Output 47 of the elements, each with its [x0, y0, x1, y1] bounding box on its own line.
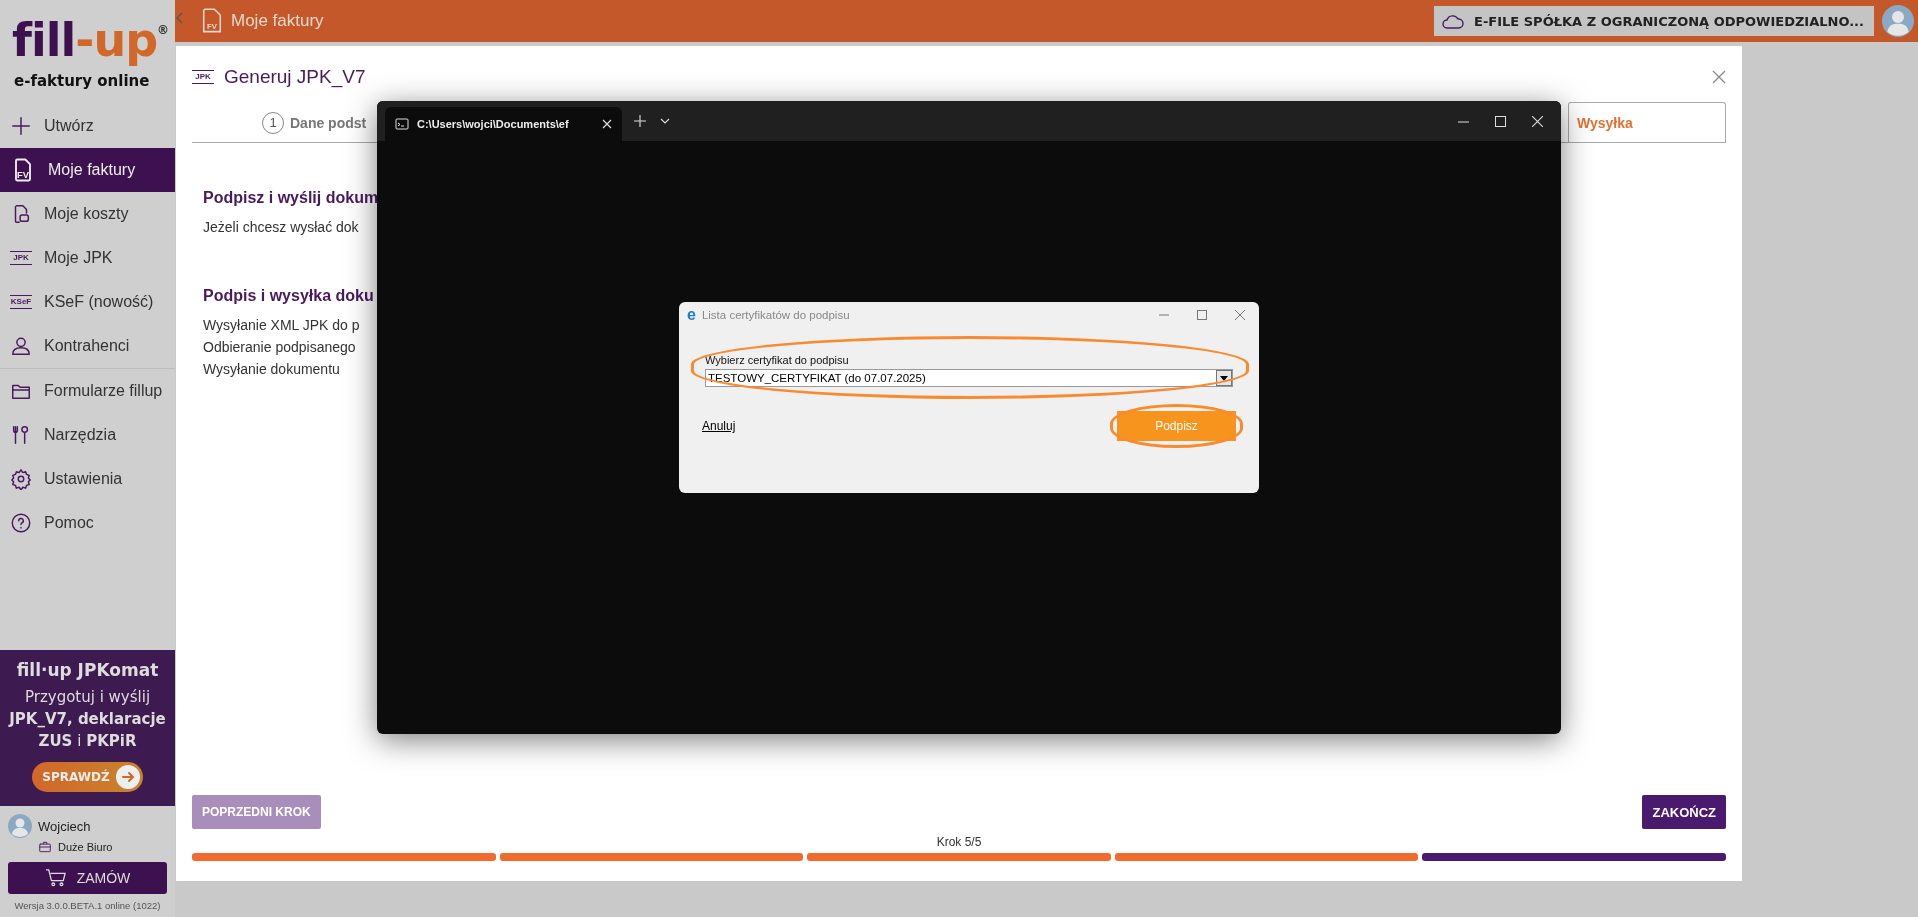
- finish-button[interactable]: ZAKOŃCZ: [1642, 795, 1726, 829]
- sidebar-item[interactable]: Utwórz: [0, 104, 175, 148]
- page-title: Moje faktury: [231, 11, 324, 31]
- sidebar-item[interactable]: Narzędzia: [0, 413, 175, 457]
- cancel-link[interactable]: Anuluj: [702, 419, 736, 433]
- plus-icon: [10, 115, 32, 137]
- cloud-icon: [1442, 13, 1465, 29]
- help-icon: [10, 512, 32, 534]
- new-tab-icon[interactable]: [634, 115, 646, 127]
- field-label: Wybierz certyfikat do podpisu: [705, 354, 850, 366]
- briefcase-icon: [38, 840, 52, 854]
- version-text: Wersja 3.0.0.BETA.1 online (1022): [13, 899, 162, 913]
- arrow-right-icon: [115, 765, 140, 789]
- sidebar-item[interactable]: JPK Moje JPK: [0, 236, 175, 280]
- section-text: Jeżeli chcesz wysłać dok: [203, 219, 360, 235]
- tagline: e-faktury online: [13, 71, 151, 92]
- user-icon: [10, 335, 32, 357]
- sidebar-item[interactable]: Kontrahenci: [0, 324, 175, 368]
- logo: fill-up$^{®}$: [11, 12, 170, 66]
- sidebar-item[interactable]: Pomoc: [0, 501, 175, 545]
- promo-title: fill·up JPKomat: [15, 660, 160, 680]
- sidebar-item[interactable]: KSeF KSeF (nowość): [0, 280, 175, 324]
- dialog-title: Lista certyfikatów do podpisu: [701, 309, 850, 321]
- sidebar-item[interactable]: Formularze fillup: [0, 369, 175, 413]
- user-name: Wojciech: [38, 818, 91, 834]
- terminal-tab[interactable]: C:\Users\wojci\Documents\ef: [385, 107, 622, 141]
- certificate-select[interactable]: TESTOWY_CERTYFIKAT (do 07.07.2025): [705, 369, 1233, 387]
- app-logo: e: [687, 307, 696, 323]
- avatar-icon[interactable]: [1882, 5, 1914, 37]
- modal-title: Generuj JPK_V7: [224, 66, 366, 88]
- company-selector[interactable]: E-FILE SPÓŁKA Z OGRANICZONĄ ODPOWIEDZIALNO...: [1434, 6, 1874, 36]
- sidebar-item[interactable]: Moje koszty: [0, 192, 175, 236]
- plan-name: Duże Biuro: [58, 841, 113, 853]
- cart-icon: [44, 868, 67, 888]
- order-button[interactable]: ZAMÓW: [8, 862, 167, 894]
- avatar-icon: [8, 814, 32, 838]
- step-counter: Krok 5/5: [935, 835, 983, 849]
- settings-icon: [10, 468, 32, 490]
- section-heading: Podpisz i wyślij dokum: [203, 189, 380, 207]
- sidebar-item[interactable]: Ustawienia: [0, 457, 175, 501]
- section-text: Wysyłanie XML JPK do p: [203, 317, 361, 333]
- section-heading: Podpis i wysyłka doku: [203, 287, 375, 305]
- section-text: Odbieranie podpisanego: [203, 339, 357, 355]
- document-icon: FV: [201, 8, 223, 34]
- promo-text: Przygotuj i wyślij JPK_V7, deklaracje ZUS i PKPiR: [7, 687, 167, 752]
- terminal-icon: [395, 117, 409, 131]
- sidebar-item[interactable]: FV Moje faktury: [0, 148, 175, 192]
